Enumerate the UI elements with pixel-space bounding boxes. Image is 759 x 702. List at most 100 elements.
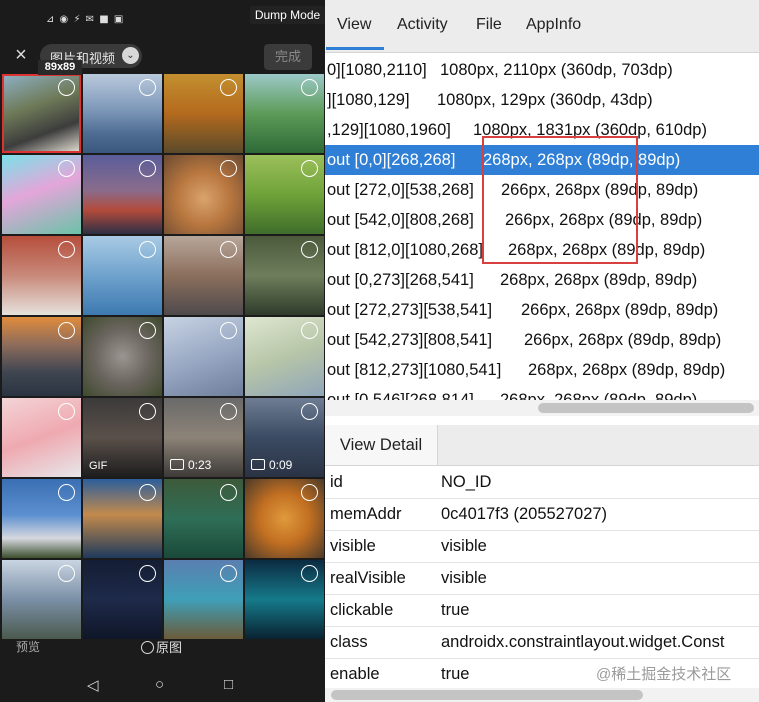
done-button[interactable]: 完成 xyxy=(264,44,312,70)
tab-file[interactable]: File xyxy=(476,16,502,34)
select-circle-icon[interactable] xyxy=(139,322,156,339)
select-circle-icon[interactable] xyxy=(58,160,75,177)
row-bounds: ][1080,129] xyxy=(327,91,410,109)
select-circle-icon[interactable] xyxy=(220,322,237,339)
media-thumbnail[interactable]: GIF xyxy=(83,398,162,477)
hierarchy-row[interactable]: out [542,273][808,541] 266px, 268px (89dp… xyxy=(325,325,759,355)
hierarchy-row[interactable]: out [0,273][268,541] 268px, 268px (89dp, … xyxy=(325,265,759,295)
select-circle-icon[interactable] xyxy=(301,484,318,501)
recent-apps-icon[interactable]: □ xyxy=(224,676,233,693)
video-camera-icon xyxy=(170,459,184,470)
select-circle-icon[interactable] xyxy=(58,484,75,501)
select-circle-icon[interactable] xyxy=(301,322,318,339)
select-circle-icon[interactable] xyxy=(58,241,75,258)
media-thumbnail[interactable] xyxy=(245,236,324,315)
original-image-toggle[interactable]: 原图 xyxy=(141,637,182,656)
select-circle-icon[interactable] xyxy=(139,403,156,420)
property-row: id NO_ID xyxy=(325,466,759,499)
hierarchy-row[interactable]: 0][1080,2110] 1080px, 2110px (360dp, 703d… xyxy=(325,55,759,85)
select-circle-icon[interactable] xyxy=(139,241,156,258)
media-thumbnail[interactable] xyxy=(2,155,81,234)
select-circle-icon[interactable] xyxy=(220,403,237,420)
row-dimensions: 268px, 268px (89dp, 89dp) xyxy=(500,271,698,289)
hierarchy-scrollbar[interactable] xyxy=(325,400,759,416)
tab-view[interactable]: View xyxy=(337,16,371,34)
media-thumbnail[interactable] xyxy=(83,560,162,639)
tab-activity[interactable]: Activity xyxy=(397,16,448,34)
media-thumbnail[interactable] xyxy=(2,317,81,396)
select-circle-icon[interactable] xyxy=(58,403,75,420)
media-thumbnail[interactable] xyxy=(2,479,81,558)
media-thumbnail[interactable] xyxy=(164,155,243,234)
select-circle-icon[interactable] xyxy=(139,160,156,177)
select-circle-icon[interactable] xyxy=(220,241,237,258)
media-thumbnail[interactable]: 0:09 xyxy=(245,398,324,477)
select-circle-icon[interactable] xyxy=(139,484,156,501)
row-bounds: out [542,0][808,268] xyxy=(327,211,474,229)
media-thumbnail[interactable] xyxy=(2,398,81,477)
select-circle-icon[interactable] xyxy=(301,403,318,420)
media-thumbnail[interactable] xyxy=(245,479,324,558)
row-bounds: out [0,546][268,814] xyxy=(327,391,474,401)
property-row: realVisible visible xyxy=(325,562,759,595)
media-thumbnail[interactable] xyxy=(164,74,243,153)
select-circle-icon[interactable] xyxy=(58,565,75,582)
select-circle-icon[interactable] xyxy=(139,565,156,582)
row-dimensions: 1080px, 2110px (360dp, 703dp) xyxy=(440,61,673,79)
detail-scrollbar[interactable] xyxy=(325,688,759,702)
row-bounds: out [272,273][538,541] xyxy=(327,301,493,319)
radio-icon xyxy=(141,641,154,654)
hierarchy-row[interactable]: ][1080,129] 1080px, 129px (360dp, 43dp) xyxy=(325,85,759,115)
property-row: visible visible xyxy=(325,530,759,563)
hierarchy-row[interactable]: out [0,546][268,814] 268px, 268px (89dp, … xyxy=(325,385,759,401)
media-thumbnail[interactable]: 0:23 xyxy=(164,398,243,477)
media-thumbnail[interactable] xyxy=(245,155,324,234)
select-circle-icon[interactable] xyxy=(301,241,318,258)
tab-view-detail[interactable]: View Detail xyxy=(325,425,438,465)
media-thumbnail[interactable] xyxy=(164,317,243,396)
media-thumbnail[interactable] xyxy=(245,74,324,153)
select-circle-icon[interactable] xyxy=(139,79,156,96)
preview-button[interactable]: 预览 xyxy=(16,638,40,655)
media-thumbnail[interactable] xyxy=(245,560,324,639)
select-circle-icon[interactable] xyxy=(301,565,318,582)
row-dimensions: 268px, 268px (89dp, 89dp) xyxy=(528,361,726,379)
media-thumbnail[interactable] xyxy=(164,560,243,639)
row-bounds: out [272,0][538,268] xyxy=(327,181,474,199)
property-key: id xyxy=(330,473,343,491)
hierarchy-row[interactable]: out [272,273][538,541] 266px, 268px (89dp… xyxy=(325,295,759,325)
row-dimensions: 268px, 268px (89dp, 89dp) xyxy=(500,391,698,401)
media-thumbnail[interactable] xyxy=(2,74,81,153)
select-circle-icon[interactable] xyxy=(220,79,237,96)
media-thumbnail[interactable] xyxy=(83,479,162,558)
back-icon[interactable]: ◁ xyxy=(87,676,99,694)
media-thumbnail[interactable] xyxy=(83,74,162,153)
media-thumbnail[interactable] xyxy=(83,155,162,234)
tab-appinfo[interactable]: AppInfo xyxy=(526,16,581,34)
property-row: class androidx.constraintlayout.widget.Co… xyxy=(325,626,759,659)
row-bounds: out [0,0][268,268] xyxy=(327,151,456,169)
media-thumbnail[interactable] xyxy=(2,236,81,315)
select-circle-icon[interactable] xyxy=(220,484,237,501)
media-thumbnail[interactable] xyxy=(83,236,162,315)
media-thumbnail[interactable] xyxy=(245,317,324,396)
select-circle-icon[interactable] xyxy=(58,322,75,339)
select-circle-icon[interactable] xyxy=(301,79,318,96)
scrollbar-thumb[interactable] xyxy=(331,690,643,700)
close-icon[interactable]: × xyxy=(10,44,32,66)
scrollbar-thumb[interactable] xyxy=(538,403,754,413)
select-circle-icon[interactable] xyxy=(301,160,318,177)
row-bounds: out [812,0][1080,268] xyxy=(327,241,483,259)
home-icon[interactable]: ○ xyxy=(155,676,164,693)
hierarchy-row[interactable]: out [812,273][1080,541] 268px, 268px (89d… xyxy=(325,355,759,385)
media-thumbnail[interactable] xyxy=(2,560,81,639)
row-bounds: out [812,273][1080,541] xyxy=(327,361,502,379)
property-key: realVisible xyxy=(330,569,406,587)
select-circle-icon[interactable] xyxy=(220,565,237,582)
media-thumbnail[interactable] xyxy=(164,479,243,558)
media-thumbnail[interactable] xyxy=(83,317,162,396)
select-circle-icon[interactable] xyxy=(58,79,75,96)
media-thumbnail[interactable] xyxy=(164,236,243,315)
select-circle-icon[interactable] xyxy=(220,160,237,177)
row-bounds: ,129][1080,1960] xyxy=(327,121,451,139)
